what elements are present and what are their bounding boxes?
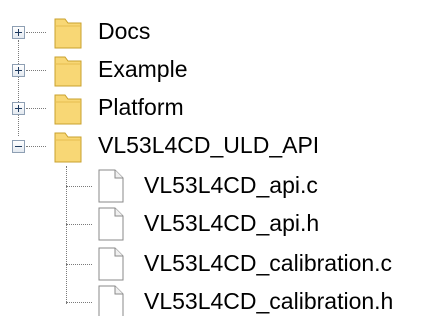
- file-tree: Docs Example Platform VL53L4CD_ULD_API V…: [0, 0, 423, 316]
- tree-item-label: VL53L4CD_api.h: [144, 210, 320, 236]
- tree-connector-horizontal: [66, 186, 92, 187]
- folder-icon: [54, 132, 82, 163]
- tree-item-label: VL53L4CD_calibration.c: [144, 250, 393, 276]
- tree-connector-horizontal: [26, 70, 46, 71]
- tree-connector-horizontal: [66, 224, 92, 225]
- folder-icon: [54, 18, 82, 49]
- expand-button[interactable]: [12, 64, 25, 77]
- tree-connector-horizontal: [66, 302, 92, 303]
- expand-button[interactable]: [12, 102, 25, 115]
- tree-item-file[interactable]: VL53L4CD_calibration.h: [0, 284, 423, 320]
- file-icon: [98, 285, 124, 316]
- tree-item-docs[interactable]: Docs: [0, 14, 260, 50]
- tree-item-file[interactable]: VL53L4CD_api.c: [0, 168, 423, 204]
- folder-icon: [54, 56, 82, 87]
- file-icon: [98, 207, 124, 241]
- tree-item-label: VL53L4CD_api.c: [144, 172, 318, 198]
- tree-item-file[interactable]: VL53L4CD_calibration.c: [0, 246, 423, 282]
- tree-item-label: Platform: [98, 94, 184, 120]
- tree-item-label: Docs: [98, 18, 151, 44]
- tree-connector-horizontal: [26, 108, 46, 109]
- tree-item-file[interactable]: VL53L4CD_api.h: [0, 206, 423, 242]
- file-icon: [98, 247, 124, 281]
- tree-item-vl53l4cd-uld-api[interactable]: VL53L4CD_ULD_API: [0, 128, 360, 164]
- tree-item-label: VL53L4CD_calibration.h: [144, 288, 394, 314]
- collapse-button[interactable]: [12, 140, 25, 153]
- file-icon: [98, 169, 124, 203]
- expand-button[interactable]: [12, 26, 25, 39]
- tree-connector-horizontal: [66, 264, 92, 265]
- tree-connector-horizontal: [26, 32, 46, 33]
- folder-icon: [54, 94, 82, 125]
- tree-connector-horizontal: [26, 146, 46, 147]
- tree-item-label: VL53L4CD_ULD_API: [98, 132, 320, 158]
- tree-item-platform[interactable]: Platform: [0, 90, 260, 126]
- tree-item-label: Example: [98, 56, 188, 82]
- tree-item-example[interactable]: Example: [0, 52, 260, 88]
